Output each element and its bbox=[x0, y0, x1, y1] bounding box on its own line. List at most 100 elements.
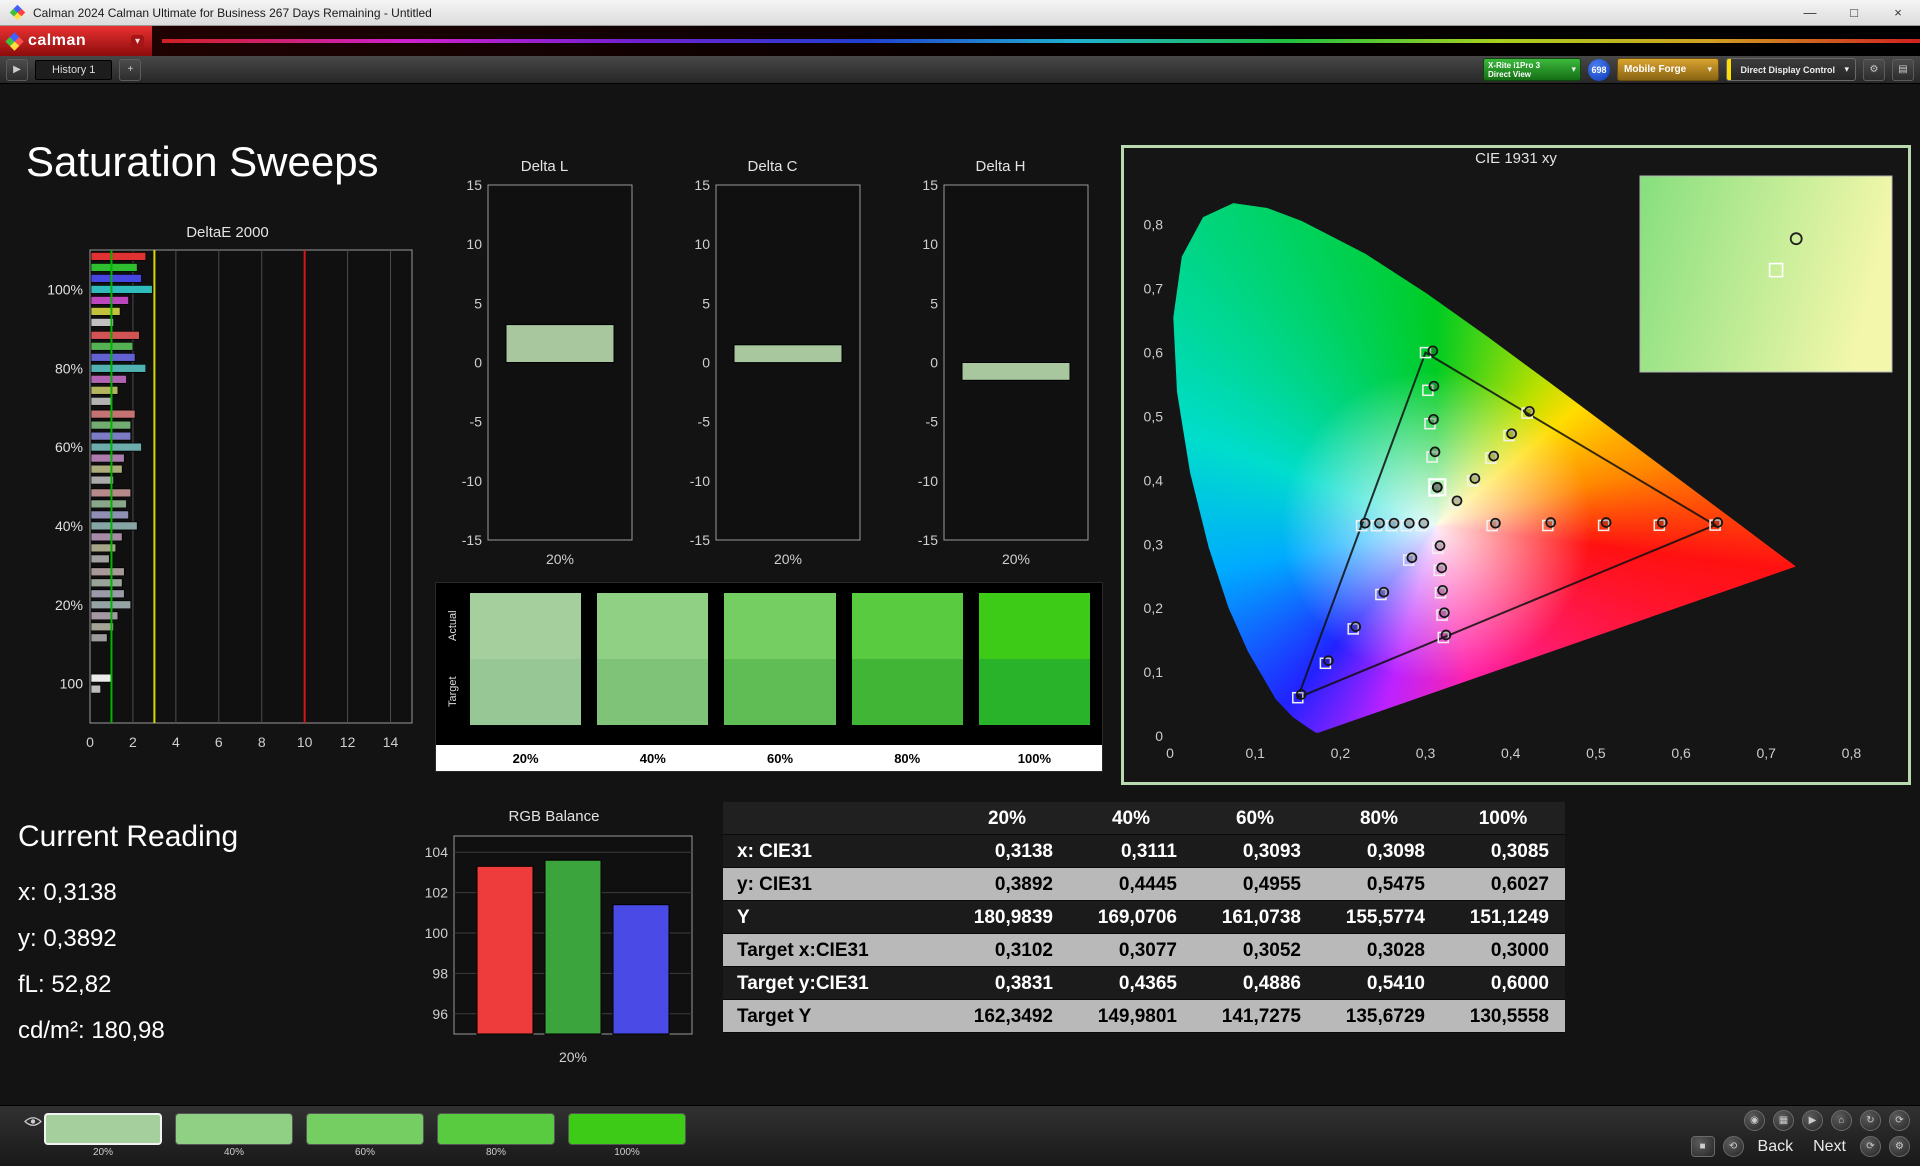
back-button[interactable]: Back bbox=[1752, 1138, 1800, 1156]
svg-text:12: 12 bbox=[340, 734, 356, 750]
table-cell: 155,5774 bbox=[1345, 907, 1425, 928]
table-cell: 0,5475 bbox=[1366, 874, 1425, 895]
svg-text:0: 0 bbox=[1155, 728, 1163, 744]
svg-text:100: 100 bbox=[425, 925, 449, 941]
play-button[interactable]: ▶ bbox=[1802, 1110, 1823, 1131]
grid-view-button[interactable]: ▦ bbox=[1773, 1110, 1794, 1131]
svg-text:40%: 40% bbox=[55, 518, 83, 534]
delta-h-title: Delta H bbox=[975, 158, 1026, 175]
current-reading-cdm2: cd/m²: 180,98 bbox=[18, 1017, 165, 1044]
next-button[interactable]: Next bbox=[1807, 1138, 1852, 1156]
forward-button[interactable]: ⟳ bbox=[1860, 1136, 1881, 1157]
settings-button[interactable]: ⚙ bbox=[1863, 58, 1885, 81]
eye-icon bbox=[24, 1114, 42, 1132]
display-control-button[interactable]: Direct Display Control ▾ bbox=[1726, 58, 1856, 81]
measurement-table: 20% 40% 60% 80% 100% x: CIE31 0,3138 0,3111 0,30… bbox=[723, 802, 1565, 1033]
maximize-button[interactable]: □ bbox=[1832, 0, 1876, 25]
table-row-label: x: CIE31 bbox=[737, 841, 812, 862]
panel-expand-button[interactable]: ▶ bbox=[6, 58, 28, 81]
svg-text:0: 0 bbox=[1166, 745, 1174, 761]
table-cell: 0,3093 bbox=[1242, 841, 1301, 862]
refresh-icon: ↻ bbox=[1866, 1115, 1875, 1126]
svg-text:0,1: 0,1 bbox=[1245, 745, 1265, 761]
actual-swatch bbox=[978, 593, 1091, 659]
home-button[interactable]: ⌂ bbox=[1831, 1110, 1852, 1131]
grid-icon: ▦ bbox=[1778, 1115, 1789, 1126]
slide-thumbnail-60%[interactable]: 60% bbox=[306, 1113, 424, 1158]
svg-text:10: 10 bbox=[922, 236, 938, 252]
layout-icon: ▤ bbox=[1898, 64, 1908, 75]
slide-thumbnail-40%[interactable]: 40% bbox=[175, 1113, 293, 1158]
delta-c-svg: -15 -10 -5 0 5 10 15 20% bbox=[680, 177, 865, 577]
svg-text:20%: 20% bbox=[55, 597, 83, 613]
table-cell: 0,3098 bbox=[1366, 841, 1425, 862]
meter-button[interactable]: X-Rite i1Pro 3 Direct View ▾ bbox=[1483, 58, 1581, 81]
current-reading-y: y: 0,3892 bbox=[18, 925, 117, 952]
loop-button[interactable]: ⟳ bbox=[1889, 1110, 1910, 1131]
record-icon: ◉ bbox=[1750, 1115, 1759, 1126]
svg-text:0,7: 0,7 bbox=[1144, 281, 1164, 297]
source-button[interactable]: Mobile Forge ▾ bbox=[1617, 58, 1719, 81]
swatch-column bbox=[470, 593, 582, 737]
stop-button[interactable]: ■ bbox=[1690, 1136, 1715, 1157]
slide-thumbnail-swatch bbox=[44, 1113, 162, 1145]
current-reading-x: x: 0,3138 bbox=[18, 879, 117, 906]
swatch-percent-label: 40% bbox=[639, 750, 666, 766]
slide-thumbnail-20%[interactable]: 20% bbox=[44, 1113, 162, 1158]
svg-text:6: 6 bbox=[215, 734, 223, 750]
slide-thumbnail-swatch bbox=[175, 1113, 293, 1145]
current-reading: Current Reading x: 0,3138 y: 0,3892 fL: … bbox=[18, 820, 238, 1054]
deltae-svg: 0 2 4 6 8 10 12 14 100% 80% 60% 40% 20% 100 bbox=[35, 246, 420, 766]
current-reading-heading: Current Reading bbox=[18, 820, 239, 853]
table-cell: 0,3052 bbox=[1242, 940, 1301, 961]
svg-text:0,8: 0,8 bbox=[1842, 745, 1862, 761]
slide-thumbnail-swatch bbox=[568, 1113, 686, 1145]
table-row: Target x:CIE31 0,3102 0,3077 0,3052 0,3028 0,… bbox=[723, 934, 1565, 967]
spectrum-strip bbox=[162, 39, 1920, 43]
table-cell: 161,0738 bbox=[1221, 907, 1301, 928]
rgb-balance-chart: RGB Balance 96 98 100 102 104 20% bbox=[408, 808, 700, 1075]
play-icon: ▶ bbox=[1808, 1115, 1817, 1126]
swatch-column bbox=[724, 593, 836, 737]
minimize-button[interactable]: — bbox=[1788, 0, 1832, 25]
delta-l-svg: -15 -10 -5 0 5 10 15 20% bbox=[452, 177, 637, 577]
add-layout-button[interactable]: + bbox=[119, 58, 142, 81]
svg-text:0,5: 0,5 bbox=[1144, 409, 1164, 425]
table-cell: 0,3028 bbox=[1366, 940, 1425, 961]
meter-count-badge[interactable]: 698 bbox=[1588, 58, 1610, 81]
chevron-down-icon[interactable]: ▾ bbox=[130, 34, 144, 48]
svg-text:15: 15 bbox=[466, 180, 482, 193]
slide-thumbnail-80%[interactable]: 80% bbox=[437, 1113, 555, 1158]
slide-thumbnail-100%[interactable]: 100% bbox=[568, 1113, 686, 1158]
workspace-button[interactable]: ▤ bbox=[1892, 58, 1914, 81]
tab-history[interactable]: History 1 bbox=[35, 59, 113, 80]
svg-text:0,1: 0,1 bbox=[1144, 664, 1164, 680]
meter-button-labels: X-Rite i1Pro 3 Direct View bbox=[1488, 61, 1571, 79]
actual-swatch bbox=[851, 593, 963, 659]
slide-settings-button[interactable]: ⚙ bbox=[1889, 1136, 1910, 1157]
table-row: Y 180,9839 169,0706 161,0738 155,5774 151,124… bbox=[723, 901, 1565, 934]
svg-text:8: 8 bbox=[258, 734, 266, 750]
table-row: x: CIE31 0,3138 0,3111 0,3093 0,3098 0,3085 bbox=[723, 835, 1565, 868]
history-tab-label: History 1 bbox=[52, 63, 96, 76]
refresh-button[interactable]: ↻ bbox=[1860, 1110, 1881, 1131]
svg-text:80%: 80% bbox=[55, 360, 83, 376]
swatch-percent-label: 100% bbox=[1017, 750, 1052, 766]
svg-text:0,4: 0,4 bbox=[1144, 472, 1164, 488]
capture-button[interactable]: ◉ bbox=[1744, 1110, 1765, 1131]
table-row: y: CIE31 0,3892 0,4445 0,4955 0,5475 0,6027 bbox=[723, 868, 1565, 901]
meter-line2: Direct View bbox=[1488, 69, 1531, 79]
slide-bar: 20% 40% 60% 80% 100% ◉ ▦ ▶ ⌂ ↻ ⟳ ■ ⟲ Bac… bbox=[0, 1105, 1920, 1166]
svg-text:20%: 20% bbox=[559, 1049, 587, 1065]
svg-text:0,3: 0,3 bbox=[1144, 536, 1164, 552]
delta-c-title: Delta C bbox=[747, 158, 798, 175]
cie-1931-panel: CIE 1931 xy 0 0 0,1 0,1 0,2 0,2 0,3 0,3 0,4 0,4 0,… bbox=[1121, 145, 1911, 785]
calman-logo[interactable]: calman ▾ bbox=[0, 26, 152, 56]
svg-text:-5: -5 bbox=[470, 414, 483, 430]
actual-swatch bbox=[470, 593, 582, 659]
rewind-button[interactable]: ⟲ bbox=[1722, 1136, 1744, 1157]
svg-text:0: 0 bbox=[702, 355, 710, 371]
table-cell: 151,1249 bbox=[1469, 907, 1549, 928]
table-row: Target Y 162,3492 149,9801 141,7275 135,6729… bbox=[723, 1000, 1565, 1033]
close-button[interactable]: × bbox=[1876, 0, 1920, 25]
